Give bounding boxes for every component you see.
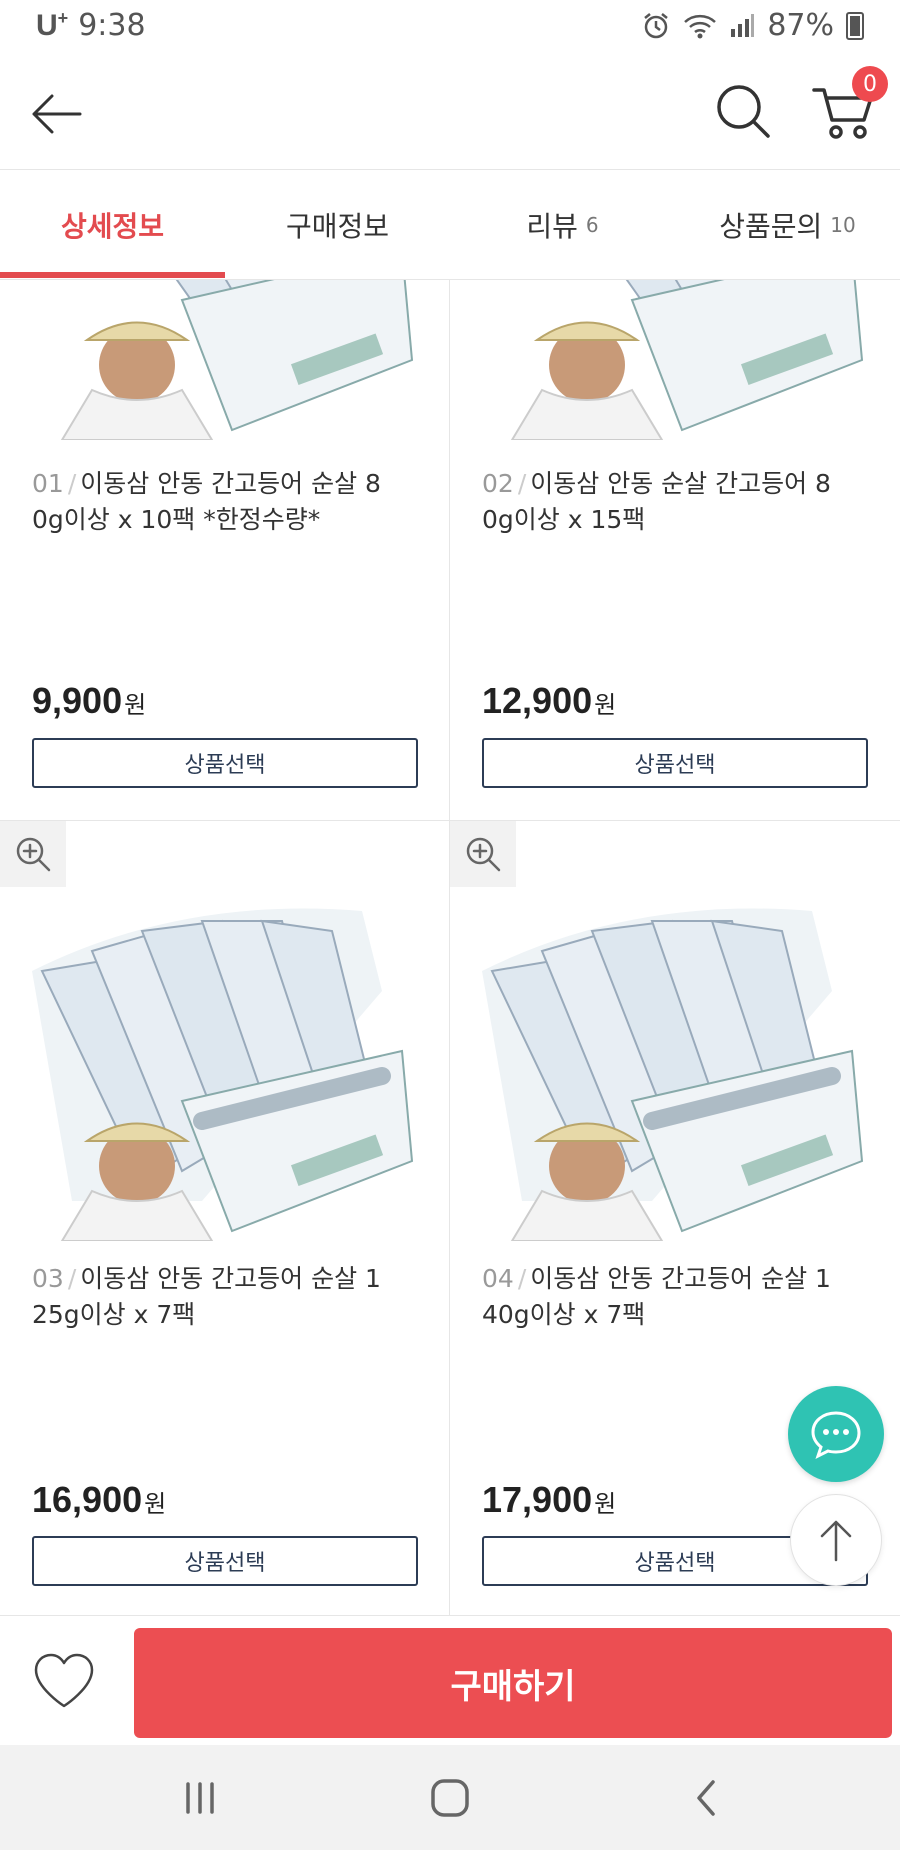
cart-count-badge: 0	[852, 66, 888, 102]
system-back-button[interactable]	[676, 1771, 736, 1825]
product-number: 02	[482, 469, 514, 498]
product-card[interactable]: 01/이동삼 안동 간고등어 순살 8 0g이상 x 10팩 *한정수량* 9,9…	[0, 280, 450, 820]
product-image[interactable]	[482, 280, 868, 440]
product-price: 17,900원	[482, 1479, 616, 1521]
recent-apps-icon	[186, 1782, 214, 1814]
tab-label: 구매정보	[285, 210, 390, 243]
zoom-in-icon	[466, 837, 501, 872]
battery-icon	[846, 11, 864, 40]
currency-unit: 원	[124, 692, 147, 719]
product-image[interactable]	[32, 901, 418, 1241]
buy-button[interactable]: 구매하기	[134, 1628, 892, 1738]
arrow-up-icon	[820, 1520, 852, 1562]
status-right: 87%	[641, 8, 864, 43]
title-separator: /	[67, 1264, 77, 1293]
status-bar: U+ 9:38 87%	[0, 0, 900, 56]
select-product-button[interactable]: 상품선택	[482, 738, 868, 788]
currency-unit: 원	[594, 1491, 617, 1518]
mackerel-pack-illustration	[32, 908, 414, 1241]
product-image[interactable]	[32, 280, 418, 440]
recent-apps-button[interactable]	[170, 1771, 230, 1825]
app-header	[0, 56, 900, 170]
price-value: 12,900	[482, 680, 593, 721]
chat-button[interactable]	[788, 1386, 884, 1482]
product-number: 04	[482, 1264, 514, 1293]
currency-unit: 원	[144, 1491, 167, 1518]
arrow-left-icon	[32, 94, 82, 134]
price-value: 9,900	[32, 680, 123, 721]
tab-label: 상품문의	[719, 210, 823, 243]
tab-product-inquiry[interactable]: 상품문의 10	[675, 170, 900, 280]
scroll-top-button[interactable]	[790, 1494, 882, 1586]
title-separator: /	[67, 469, 77, 498]
product-title-line2: 0g이상 x 10팩 *한정수량*	[32, 505, 321, 534]
signal-icon	[731, 13, 755, 37]
product-title-line1: 이동삼 안동 간고등어 순살 1	[80, 1264, 381, 1293]
wifi-icon	[684, 14, 717, 38]
tab-reviews[interactable]: 리뷰 6	[450, 170, 675, 280]
tab-label: 상세정보	[60, 210, 165, 243]
review-count: 6	[585, 213, 599, 237]
tab-label: 리뷰	[526, 210, 578, 243]
heart-icon	[34, 1653, 94, 1708]
zoom-in-icon	[16, 837, 51, 872]
mackerel-pack-illustration	[60, 280, 414, 440]
product-image[interactable]	[482, 901, 868, 1241]
title-separator: /	[517, 1264, 527, 1293]
product-title-line1: 이동삼 안동 간고등어 순살 1	[530, 1264, 831, 1293]
wishlist-button[interactable]	[30, 1650, 98, 1712]
mackerel-pack-illustration	[482, 908, 864, 1241]
title-separator: /	[517, 469, 527, 498]
currency-unit: 원	[594, 692, 617, 719]
product-price: 9,900원	[32, 680, 146, 722]
product-number: 03	[32, 1264, 64, 1293]
tab-purchase-info[interactable]: 구매정보	[225, 170, 450, 280]
product-card[interactable]: 03/이동삼 안동 간고등어 순살 1 25g이상 x 7팩 16,900원 상품…	[0, 821, 450, 1615]
price-value: 17,900	[482, 1479, 593, 1520]
system-nav-bar	[0, 1745, 900, 1850]
select-product-button[interactable]: 상품선택	[32, 1536, 418, 1586]
product-number: 01	[32, 469, 64, 498]
product-title[interactable]: 01/이동삼 안동 간고등어 순살 8 0g이상 x 10팩 *한정수량*	[32, 466, 422, 538]
zoom-button[interactable]	[0, 821, 66, 887]
product-title[interactable]: 04/이동삼 안동 간고등어 순살 1 40g이상 x 7팩	[482, 1261, 872, 1333]
product-title-line2: 40g이상 x 7팩	[482, 1300, 646, 1329]
product-title[interactable]: 03/이동삼 안동 간고등어 순살 1 25g이상 x 7팩	[32, 1261, 422, 1333]
status-left: U+ 9:38	[36, 8, 146, 43]
home-button[interactable]	[420, 1771, 480, 1825]
product-title[interactable]: 02/이동삼 안동 순살 간고등어 8 0g이상 x 15팩	[482, 466, 872, 538]
carrier-label: U+	[36, 8, 69, 42]
active-tab-indicator	[0, 272, 225, 278]
product-card[interactable]: 02/이동삼 안동 순살 간고등어 8 0g이상 x 15팩 12,900원 상품…	[450, 280, 900, 820]
select-product-button[interactable]: 상품선택	[32, 738, 418, 788]
chevron-left-icon	[697, 1780, 715, 1816]
price-value: 16,900	[32, 1479, 143, 1520]
chat-bubble-icon	[811, 1411, 861, 1459]
tab-detail-info[interactable]: 상세정보	[0, 170, 225, 280]
alarm-icon	[644, 12, 669, 38]
battery-percent: 87%	[767, 8, 834, 43]
bottom-action-bar: 구매하기	[0, 1615, 900, 1745]
inquiry-count: 10	[830, 213, 856, 237]
product-grid: 01/이동삼 안동 간고등어 순살 8 0g이상 x 10팩 *한정수량* 9,9…	[0, 280, 900, 1615]
clock: 9:38	[78, 8, 146, 43]
product-title-line1: 이동삼 안동 순살 간고등어 8	[530, 469, 831, 498]
product-title-line2: 0g이상 x 15팩	[482, 505, 646, 534]
search-icon	[717, 85, 770, 138]
mackerel-pack-illustration	[510, 280, 864, 440]
product-price: 12,900원	[482, 680, 616, 722]
home-icon	[431, 1779, 469, 1817]
detail-tabs: 상세정보 구매정보 리뷰 6 상품문의 10	[0, 170, 900, 280]
back-button[interactable]	[28, 86, 84, 142]
product-title-line2: 25g이상 x 7팩	[32, 1300, 196, 1329]
search-button[interactable]	[712, 80, 774, 142]
product-price: 16,900원	[32, 1479, 166, 1521]
zoom-button[interactable]	[450, 821, 516, 887]
product-title-line1: 이동삼 안동 간고등어 순살 8	[80, 469, 381, 498]
